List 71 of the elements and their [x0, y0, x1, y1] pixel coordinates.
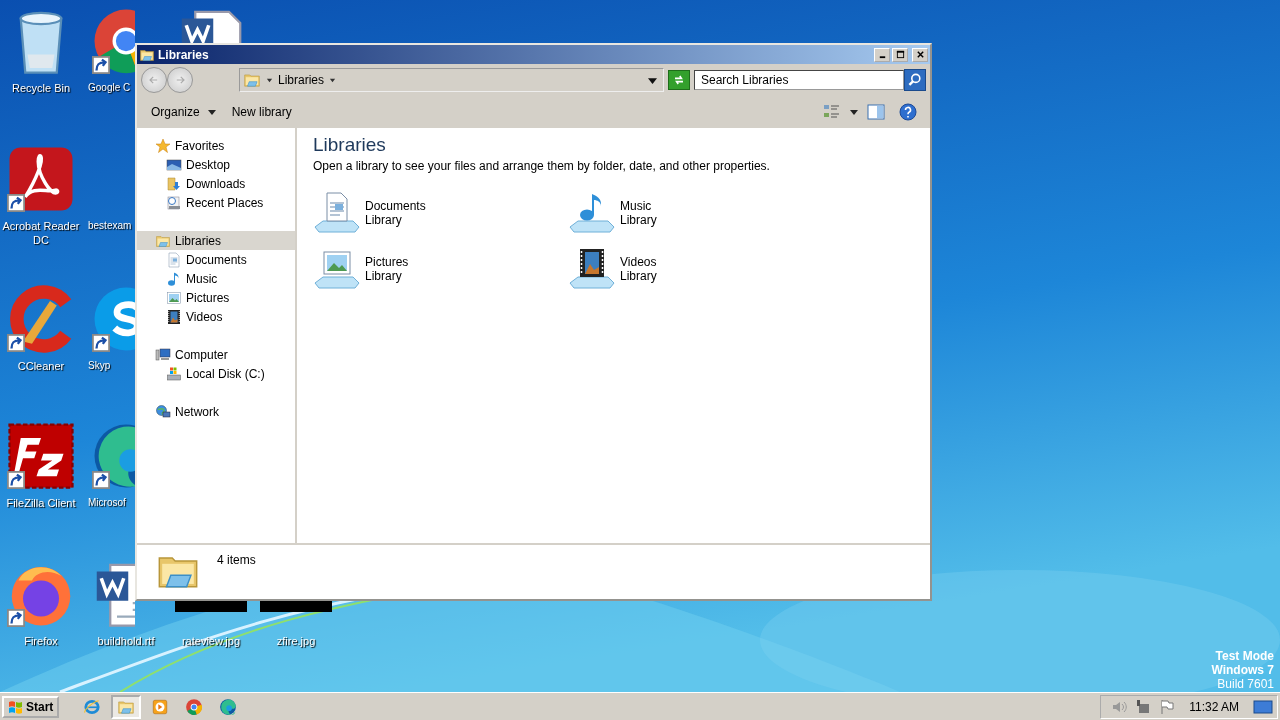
clock-icon	[166, 194, 182, 211]
icon-label[interactable]: Acrobat Reader DC	[0, 219, 82, 247]
library-item[interactable]: Videos Library	[568, 245, 823, 293]
preview-pane-icon[interactable]	[866, 102, 886, 122]
ftp-client-icon[interactable]	[5, 420, 77, 492]
document-icon	[166, 251, 182, 268]
star-icon	[155, 137, 171, 154]
browser-icon	[185, 697, 204, 716]
icon-label[interactable]: bestexam	[85, 219, 132, 233]
search-button[interactable]	[904, 69, 926, 91]
search-field[interactable]: Search Libraries	[694, 70, 904, 90]
maximize-button[interactable]	[892, 47, 908, 62]
caret-icon	[207, 108, 216, 116]
icon-label[interactable]: CCleaner	[17, 359, 65, 373]
help-icon[interactable]	[898, 102, 918, 122]
close-button[interactable]	[912, 47, 928, 62]
toolbar-button[interactable]: New library	[225, 101, 298, 123]
description-text: Open a library to see your files and arrange them by folder, date, and other properties.	[313, 159, 771, 173]
nav-item[interactable]: Favorites	[137, 136, 295, 155]
nav-item[interactable]: Desktop	[137, 155, 295, 174]
library-item[interactable]: Documents Library	[313, 189, 568, 237]
caret-icon[interactable]	[850, 108, 858, 116]
edition-text: Windows 7	[1211, 663, 1274, 677]
clock[interactable]: 11:32 AM	[1189, 699, 1239, 714]
nav-item[interactable]: Libraries	[137, 231, 295, 250]
icon-label[interactable]: Google C	[85, 81, 131, 95]
window-title: Libraries	[158, 47, 209, 62]
icon-label[interactable]: Skyp	[85, 359, 111, 373]
computer-icon	[155, 346, 171, 363]
nav-item[interactable]: Network	[137, 402, 295, 421]
nav-item[interactable]: Local Disk (C:)	[137, 364, 295, 383]
toolbar-button[interactable]: Organize	[145, 101, 222, 123]
download-folder-icon	[166, 175, 182, 192]
show-desktop-button[interactable]	[1253, 698, 1273, 715]
caret-icon[interactable]	[329, 76, 337, 84]
start-button[interactable]: Start	[2, 695, 60, 718]
library-item[interactable]: Music Library	[568, 189, 823, 237]
edition-text: Test Mode	[1215, 649, 1274, 663]
film-icon	[166, 308, 182, 325]
close-icon	[915, 50, 925, 59]
library-item[interactable]: Pictures Library	[313, 245, 568, 293]
nav-item[interactable]: Documents	[137, 250, 295, 269]
browser-icon	[83, 697, 102, 716]
drive-icon	[166, 365, 182, 382]
dropdown-icon[interactable]	[648, 75, 657, 85]
minimize-button[interactable]	[874, 47, 890, 62]
icon-label[interactable]: Recycle Bin	[11, 81, 71, 95]
nav-item[interactable]: Recent Places	[137, 193, 295, 212]
page-heading: Libraries	[313, 134, 387, 156]
nav-item[interactable]: Pictures	[137, 288, 295, 307]
folder-icon	[243, 71, 261, 89]
breadcrumb[interactable]: Libraries	[278, 73, 325, 87]
flag-icon[interactable]	[1159, 698, 1176, 715]
media-player-icon	[151, 697, 170, 716]
item-count: 4 items	[217, 553, 256, 567]
nav-item[interactable]: Computer	[137, 345, 295, 364]
address-bar[interactable]: Libraries	[239, 68, 664, 92]
network-icon[interactable]	[1135, 698, 1152, 715]
nav-item[interactable]: Music	[137, 269, 295, 288]
refresh-button[interactable]	[668, 70, 690, 90]
nav-item[interactable]: Videos	[137, 307, 295, 326]
maximize-icon	[895, 50, 905, 59]
edition-text: Build 7601	[1217, 677, 1274, 691]
search-icon	[907, 72, 923, 88]
nav-item[interactable]: Downloads	[137, 174, 295, 193]
picture-icon	[166, 289, 182, 306]
browser-icon	[219, 697, 238, 716]
monitor-icon	[166, 156, 182, 173]
globe-icon	[155, 403, 171, 420]
windows-logo-icon	[8, 698, 24, 715]
caret-icon[interactable]	[266, 76, 273, 84]
